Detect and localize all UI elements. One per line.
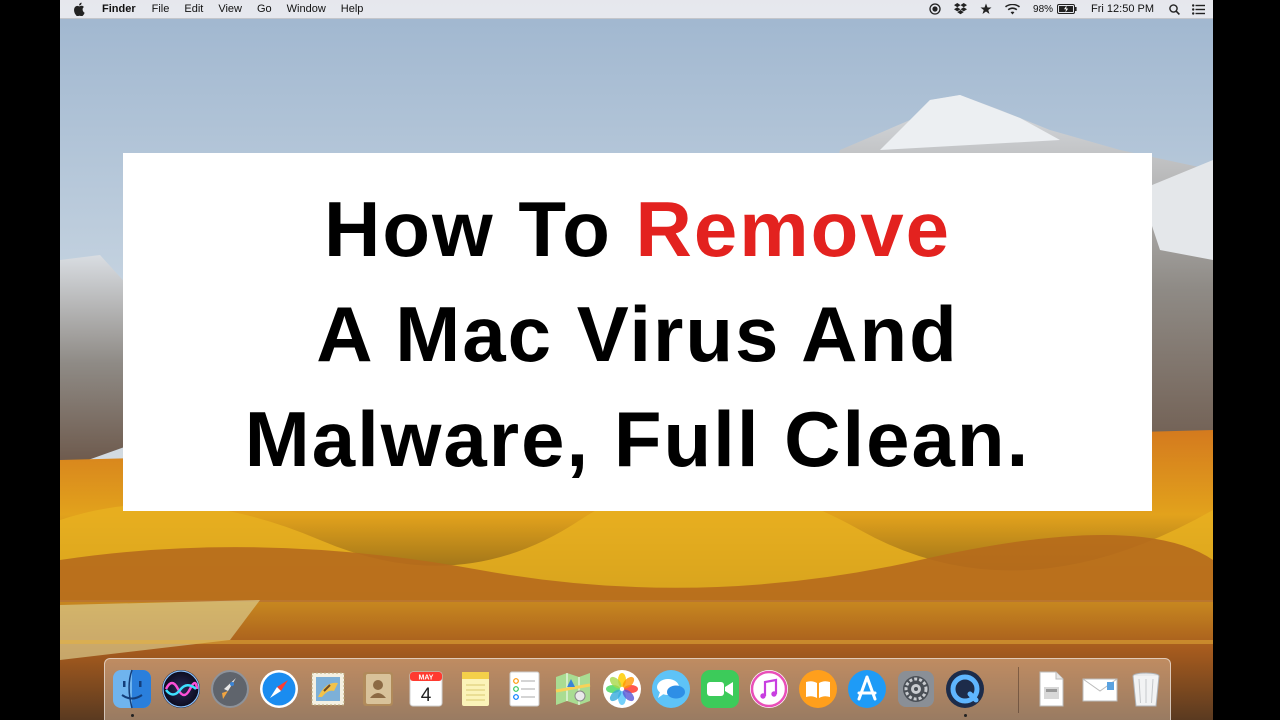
title-line-3: Malware, Full Clean. bbox=[244, 395, 1031, 483]
activity-icon[interactable] bbox=[980, 0, 992, 18]
calendar-month: MAY bbox=[419, 675, 434, 682]
menu-edit[interactable]: Edit bbox=[184, 0, 203, 18]
menu-file[interactable]: File bbox=[152, 0, 170, 18]
battery-icon[interactable] bbox=[1057, 0, 1077, 18]
dropbox-icon[interactable] bbox=[954, 0, 968, 18]
calendar-icon[interactable]: MAY 4 bbox=[405, 668, 447, 710]
calendar-day: 4 bbox=[421, 685, 432, 706]
title-line-2: A Mac Virus And bbox=[316, 290, 959, 378]
quicktime-running-indicator bbox=[964, 714, 967, 717]
trash-icon[interactable] bbox=[1125, 668, 1167, 710]
screen-recording-icon[interactable] bbox=[929, 0, 941, 18]
photos-icon[interactable] bbox=[601, 668, 643, 710]
battery-percent[interactable]: 98% bbox=[1033, 0, 1053, 18]
contacts-icon[interactable] bbox=[356, 668, 398, 710]
menu-finder[interactable]: Finder bbox=[102, 0, 136, 18]
launchpad-icon[interactable] bbox=[209, 668, 251, 710]
title-line-1: How To Remove bbox=[123, 190, 1152, 268]
dock: MAY 4 bbox=[104, 658, 1171, 720]
menu-window[interactable]: Window bbox=[287, 0, 326, 18]
wifi-icon[interactable] bbox=[1005, 0, 1021, 18]
menu-view[interactable]: View bbox=[218, 0, 242, 18]
safari-icon[interactable] bbox=[258, 668, 300, 710]
mail-attachment-icon[interactable] bbox=[1079, 668, 1121, 710]
quicktime-icon[interactable] bbox=[944, 668, 986, 710]
reminders-icon[interactable] bbox=[503, 668, 545, 710]
messages-icon[interactable] bbox=[650, 668, 692, 710]
apple-menu-icon[interactable] bbox=[72, 2, 86, 16]
file-document-icon[interactable] bbox=[1030, 668, 1072, 710]
finder-icon[interactable] bbox=[111, 668, 153, 710]
notification-center-icon[interactable] bbox=[1192, 0, 1205, 18]
maps-icon[interactable] bbox=[552, 668, 594, 710]
notes-icon[interactable] bbox=[454, 668, 496, 710]
menu-bar: Finder File Edit View Go Window Help 98% bbox=[60, 0, 1213, 19]
finder-running-indicator bbox=[131, 714, 134, 717]
title-highlight: Remove bbox=[635, 185, 951, 273]
itunes-icon[interactable] bbox=[748, 668, 790, 710]
menu-go[interactable]: Go bbox=[257, 0, 272, 18]
app-store-icon[interactable] bbox=[846, 668, 888, 710]
clock[interactable]: Fri 12:50 PM bbox=[1091, 0, 1154, 18]
title-line-1-text: How To bbox=[324, 185, 636, 273]
mail-icon[interactable] bbox=[307, 668, 349, 710]
ibooks-icon[interactable] bbox=[797, 668, 839, 710]
system-preferences-icon[interactable] bbox=[895, 668, 937, 710]
siri-icon[interactable] bbox=[160, 668, 202, 710]
facetime-icon[interactable] bbox=[699, 668, 741, 710]
dock-separator bbox=[1018, 667, 1019, 713]
spotlight-icon[interactable] bbox=[1169, 0, 1180, 18]
menu-help[interactable]: Help bbox=[341, 0, 364, 18]
